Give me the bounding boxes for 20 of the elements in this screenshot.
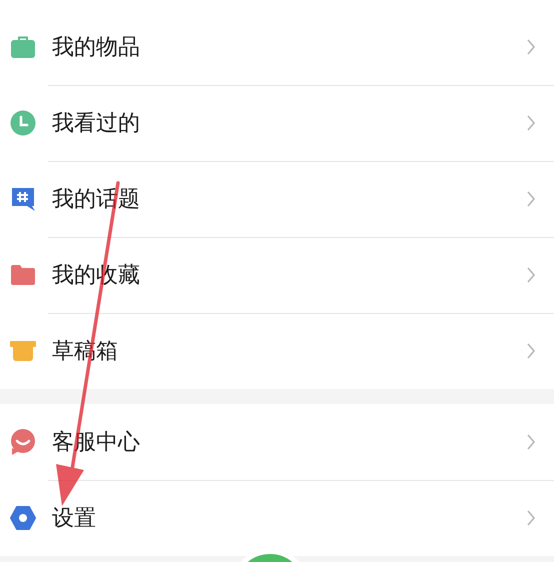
smile-chat-icon [10,429,36,455]
chevron-right-icon [526,509,536,527]
hexagon-icon [10,505,36,531]
menu-item[interactable]: 我看过的 [0,85,554,161]
clock-icon [10,110,36,136]
box-icon [10,338,36,364]
chevron-right-icon [526,190,536,208]
menu-item[interactable]: 设置 [0,480,554,556]
chevron-right-icon [526,38,536,56]
chevron-right-icon [526,266,536,284]
chevron-right-icon [526,114,536,132]
menu-item-label: 设置 [52,505,96,533]
chevron-right-icon [526,432,536,450]
menu-item-label: 我看过的 [52,110,140,138]
chevron-right-icon [526,342,536,360]
menu-item[interactable]: 我的物品 [0,9,554,85]
hashtag-chat-icon [10,186,36,212]
briefcase-icon [10,34,36,60]
menu-item-label: 我的物品 [52,34,140,62]
folder-icon [10,262,36,288]
